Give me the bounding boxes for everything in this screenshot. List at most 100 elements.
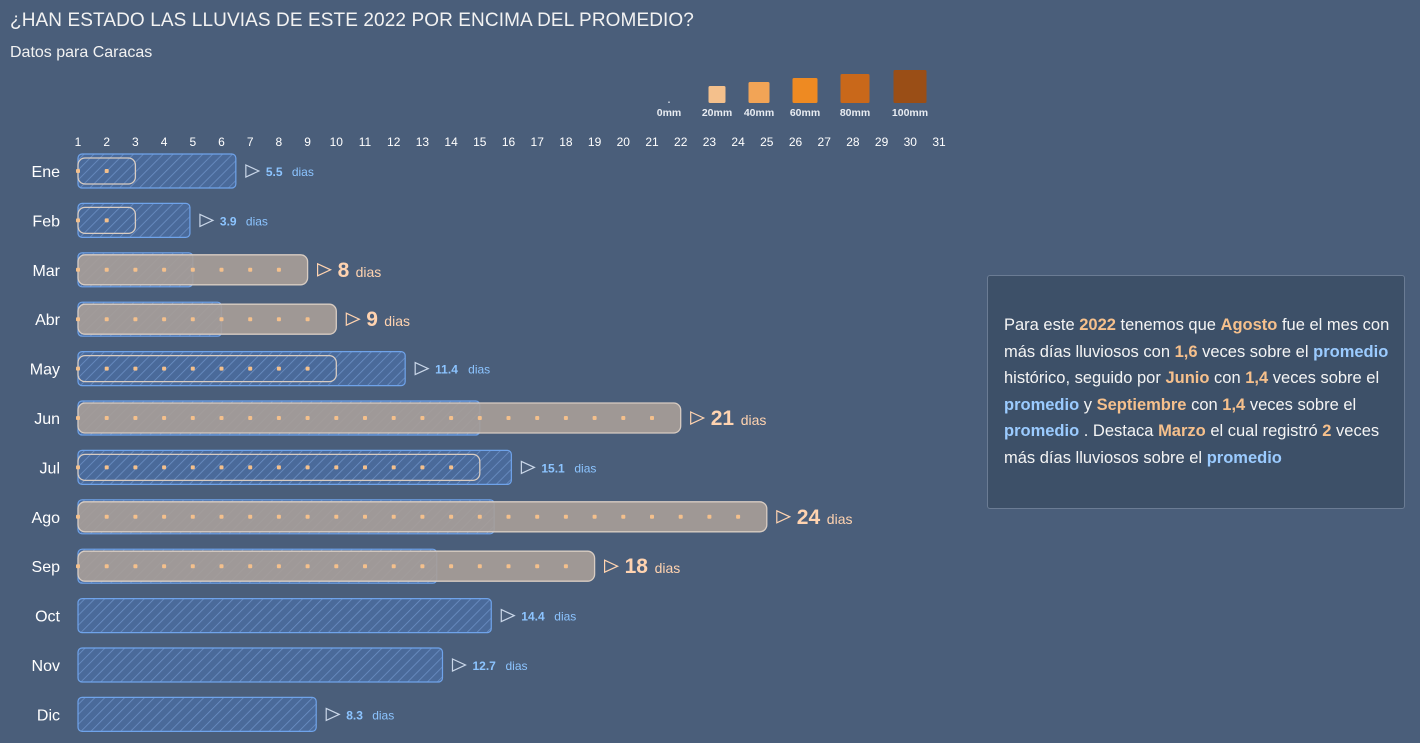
callout-value: 1,4 bbox=[1222, 395, 1246, 414]
month-row-nov: Nov 12.7 dias bbox=[32, 647, 528, 683]
rain-square bbox=[420, 514, 425, 519]
legend-swatch bbox=[668, 101, 670, 103]
callout-text: veces sobre el bbox=[1202, 342, 1309, 361]
rain-square bbox=[449, 564, 454, 569]
rain-square bbox=[76, 416, 80, 420]
legend-swatch bbox=[708, 86, 726, 103]
month-label: Ene bbox=[32, 164, 61, 181]
callout-value: 2 bbox=[1322, 422, 1332, 440]
rain-square bbox=[305, 366, 310, 371]
x-tick-label: 17 bbox=[531, 135, 545, 149]
rain-square bbox=[276, 366, 281, 371]
legend-swatch bbox=[840, 74, 870, 103]
value-label: 3.9 bbox=[220, 214, 237, 228]
x-tick-label: 16 bbox=[502, 135, 516, 149]
value-label: 18 bbox=[625, 555, 649, 578]
unit-label: dias bbox=[741, 412, 767, 428]
unit-label: dias bbox=[655, 560, 681, 576]
rain-square bbox=[162, 465, 167, 470]
unit-label: dias bbox=[827, 511, 853, 527]
rain-square bbox=[363, 564, 367, 569]
month-row-sep: Sep 18 dias bbox=[32, 548, 681, 584]
rain-square bbox=[76, 218, 80, 223]
rain-square bbox=[190, 267, 195, 272]
legend-label: 80mm bbox=[840, 107, 870, 119]
rain-square bbox=[162, 514, 167, 519]
x-tick-label: 29 bbox=[875, 135, 889, 149]
rain-square bbox=[104, 267, 109, 272]
rain-square bbox=[219, 514, 224, 519]
rain-square bbox=[391, 514, 396, 519]
value-label: 8.3 bbox=[346, 708, 363, 722]
bar-2022 bbox=[77, 402, 682, 434]
rain-square bbox=[190, 564, 195, 569]
rain-square bbox=[190, 514, 195, 519]
month-row-feb: Feb 3.9 dias bbox=[32, 202, 268, 238]
rain-square bbox=[420, 465, 425, 470]
x-tick-label: 3 bbox=[132, 135, 139, 149]
rain-square bbox=[305, 564, 310, 569]
x-tick-label: 18 bbox=[559, 135, 573, 149]
rain-square bbox=[477, 416, 482, 420]
rain-square bbox=[305, 416, 310, 420]
callout-value: Marzo bbox=[1158, 422, 1206, 440]
x-tick-label: 2 bbox=[103, 135, 110, 149]
rain-square bbox=[248, 564, 253, 569]
rain-square bbox=[162, 366, 167, 371]
rain-square bbox=[133, 416, 138, 420]
end-marker-icon bbox=[500, 608, 516, 623]
rain-square bbox=[621, 416, 626, 420]
avg-bar bbox=[77, 696, 317, 733]
x-tick-label: 30 bbox=[904, 135, 918, 149]
callout-text: veces sobre el bbox=[1249, 395, 1357, 414]
callout-text: y bbox=[1083, 395, 1093, 414]
x-tick-label: 5 bbox=[189, 135, 196, 149]
rain-square bbox=[276, 317, 281, 322]
rain-square bbox=[219, 267, 224, 272]
rain-square bbox=[391, 416, 396, 420]
rain-square bbox=[104, 416, 109, 420]
end-marker-icon bbox=[520, 460, 536, 475]
x-tick-label: 8 bbox=[276, 135, 283, 149]
end-marker-icon bbox=[414, 361, 430, 376]
value-label: 24 bbox=[797, 506, 821, 529]
unit-label: dias bbox=[505, 659, 527, 673]
value-label: 11.4 bbox=[435, 363, 458, 377]
rain-square bbox=[276, 416, 281, 420]
x-tick-label: 11 bbox=[359, 135, 372, 149]
month-label: Oct bbox=[35, 609, 60, 626]
rain-square bbox=[104, 169, 109, 173]
avg-bar bbox=[77, 351, 406, 387]
rain-square bbox=[305, 465, 310, 470]
rain-square bbox=[334, 564, 339, 569]
rain-square bbox=[162, 416, 167, 420]
rain-square bbox=[276, 465, 281, 470]
month-row-oct: Oct 14.4 dias bbox=[35, 597, 576, 634]
callout-value: promedio bbox=[1004, 422, 1080, 440]
callout-text: tenemos que bbox=[1120, 316, 1216, 334]
rain-square bbox=[334, 465, 339, 470]
end-marker-icon bbox=[776, 509, 792, 524]
callout-value: 1,4 bbox=[1245, 369, 1269, 387]
month-row-dic: Dic 8.3 dias bbox=[37, 696, 394, 733]
rain-square bbox=[563, 514, 568, 519]
value-label: 12.7 bbox=[472, 659, 496, 673]
rain-square bbox=[219, 564, 224, 569]
month-label: Jun bbox=[34, 411, 60, 428]
rain-square bbox=[248, 366, 253, 371]
end-marker-icon bbox=[317, 262, 333, 277]
rain-square bbox=[76, 366, 80, 371]
month-row-jun: Jun 21 dias bbox=[34, 400, 767, 436]
rain-square bbox=[276, 267, 281, 272]
rain-square bbox=[248, 317, 253, 322]
rain-square bbox=[248, 465, 253, 470]
callout-value: Agosto bbox=[1220, 316, 1278, 334]
rain-square bbox=[276, 514, 281, 519]
callout-value: 1,6 bbox=[1174, 342, 1198, 361]
end-marker-icon bbox=[245, 164, 261, 178]
month-label: Nov bbox=[32, 658, 60, 675]
avg-bar bbox=[77, 153, 237, 189]
rain-square bbox=[420, 416, 425, 420]
x-tick-label: 1 bbox=[75, 135, 82, 149]
rain-square bbox=[133, 564, 138, 569]
